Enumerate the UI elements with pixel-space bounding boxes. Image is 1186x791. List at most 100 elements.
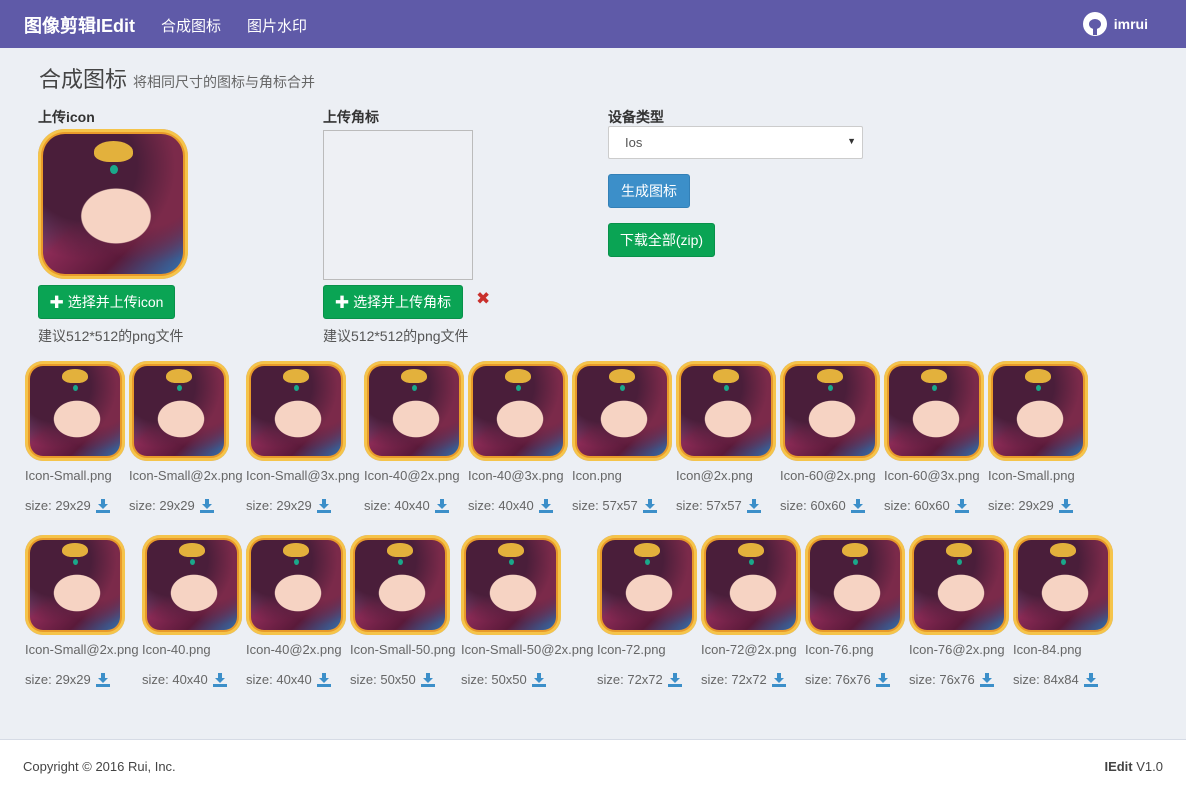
- download-icon-tray: [979, 683, 994, 687]
- upload-badge-label: 上传角标: [323, 109, 379, 125]
- download-icon-tray: [771, 683, 786, 687]
- generated-icon-size: size: 29x29: [129, 498, 214, 513]
- download-icon[interactable]: [771, 672, 786, 687]
- generated-icon-item: Icon-Small@2x.png size: 29x29: [25, 535, 139, 687]
- generated-icon-item: Icon-84.png size: 84x84: [1013, 535, 1113, 687]
- download-icon-tray: [434, 509, 449, 513]
- page-title-text: 合成图标: [39, 67, 128, 92]
- generated-icon-filename: Icon-Small.png: [25, 468, 112, 483]
- download-icon[interactable]: [746, 498, 761, 513]
- download-icon-tray: [538, 509, 553, 513]
- generated-icon-size: size: 76x76: [805, 672, 890, 687]
- generated-icon-image: [884, 361, 984, 461]
- generated-icon-item: Icon-76.png size: 76x76: [805, 535, 905, 687]
- remove-badge-icon[interactable]: ✖: [476, 289, 490, 309]
- generated-icon-size: size: 40x40: [246, 672, 331, 687]
- generated-icon-size-text: size: 84x84: [1013, 672, 1079, 687]
- download-icon-tray: [1058, 509, 1073, 513]
- generated-icon-size-text: size: 40x40: [364, 498, 430, 513]
- generated-icon-size-text: size: 29x29: [25, 672, 91, 687]
- dropdown-arrow-icon: ▼: [847, 136, 856, 146]
- generated-icon-filename: Icon-Small.png: [988, 468, 1075, 483]
- page-subtitle: 将相同尺寸的图标与角标合并: [133, 74, 316, 90]
- download-icon[interactable]: [667, 672, 682, 687]
- download-icon-tray: [316, 683, 331, 687]
- download-icon[interactable]: [642, 498, 657, 513]
- generated-icon-image: [1013, 535, 1113, 635]
- download-icon-tray: [642, 509, 657, 513]
- generated-icon-filename: Icon-Small@3x.png: [246, 468, 360, 483]
- generated-icon-size-text: size: 76x76: [805, 672, 871, 687]
- download-icon[interactable]: [316, 672, 331, 687]
- generated-icon-size: size: 60x60: [780, 498, 865, 513]
- nav-link-watermark[interactable]: 图片水印: [247, 15, 307, 36]
- generated-icon-image: [701, 535, 801, 635]
- generated-icon-image: [676, 361, 776, 461]
- generated-icon-size-text: size: 40x40: [468, 498, 534, 513]
- generated-icon-size: size: 40x40: [468, 498, 553, 513]
- generated-icon-item: Icon-40@2x.png size: 40x40: [364, 361, 464, 513]
- download-icon[interactable]: [979, 672, 994, 687]
- generated-icon-size: size: 50x50: [350, 672, 435, 687]
- generated-icon-size: size: 40x40: [364, 498, 449, 513]
- generated-icon-filename: Icon-76.png: [805, 642, 874, 657]
- footer-version-number: V1.0: [1136, 759, 1163, 774]
- generated-icon-size: size: 84x84: [1013, 672, 1098, 687]
- generated-icon-image: [142, 535, 242, 635]
- download-icon[interactable]: [199, 498, 214, 513]
- generated-icon-item: Icon-40@3x.png size: 40x40: [468, 361, 568, 513]
- download-icon[interactable]: [850, 498, 865, 513]
- download-icon[interactable]: [1058, 498, 1073, 513]
- download-icon[interactable]: [212, 672, 227, 687]
- generated-icon-size-text: size: 29x29: [25, 498, 91, 513]
- upload-badge-button[interactable]: ✚ 选择并上传角标: [323, 285, 463, 319]
- device-type-select[interactable]: Ios ▼: [608, 126, 863, 159]
- download-icon[interactable]: [954, 498, 969, 513]
- download-icon-tray: [746, 509, 761, 513]
- download-icon-tray: [420, 683, 435, 687]
- download-icon[interactable]: [1083, 672, 1098, 687]
- generated-icon-size-text: size: 60x60: [884, 498, 950, 513]
- download-icon-tray: [667, 683, 682, 687]
- generated-icon-size-text: size: 60x60: [780, 498, 846, 513]
- generated-icon-item: Icon@2x.png size: 57x57: [676, 361, 776, 513]
- download-icon-tray: [316, 509, 331, 513]
- generated-icon-filename: Icon-40@2x.png: [246, 642, 342, 657]
- download-icon[interactable]: [95, 672, 110, 687]
- download-icon-tray: [531, 683, 546, 687]
- footer-product: IEdit: [1104, 759, 1133, 774]
- upload-icon-button[interactable]: ✚ 选择并上传icon: [38, 285, 175, 319]
- generate-icons-button[interactable]: 生成图标: [608, 174, 690, 208]
- generated-icon-filename: Icon.png: [572, 468, 622, 483]
- download-icon[interactable]: [531, 672, 546, 687]
- generated-icon-filename: Icon-40@2x.png: [364, 468, 460, 483]
- github-user-link[interactable]: imrui: [1082, 12, 1148, 36]
- generated-icon-filename: Icon-40.png: [142, 642, 211, 657]
- generated-icon-size-text: size: 72x72: [701, 672, 767, 687]
- generated-icon-image: [246, 361, 346, 461]
- download-icon[interactable]: [420, 672, 435, 687]
- uploaded-icon-preview: [38, 129, 188, 279]
- generated-icon-item: Icon-40.png size: 40x40: [142, 535, 242, 687]
- brand-title[interactable]: 图像剪辑IEdit: [24, 12, 135, 38]
- generated-icon-size-text: size: 29x29: [988, 498, 1054, 513]
- generated-icon-image: [25, 535, 125, 635]
- download-icon[interactable]: [316, 498, 331, 513]
- download-icon[interactable]: [95, 498, 110, 513]
- upload-icon-hint: 建议512*512的png文件: [38, 328, 184, 344]
- generated-icon-size: size: 72x72: [597, 672, 682, 687]
- generated-icon-size-text: size: 76x76: [909, 672, 975, 687]
- generated-icon-image: [350, 535, 450, 635]
- download-all-zip-button[interactable]: 下载全部(zip): [608, 223, 715, 257]
- nav-link-compose-icon[interactable]: 合成图标: [161, 15, 221, 36]
- generated-icon-item: Icon.png size: 57x57: [572, 361, 672, 513]
- badge-preview-box: [323, 130, 473, 280]
- footer: Copyright © 2016 Rui, Inc. IEdit V1.0: [0, 739, 1186, 791]
- generated-icon-size: size: 60x60: [884, 498, 969, 513]
- download-icon[interactable]: [875, 672, 890, 687]
- generated-icon-size: size: 57x57: [676, 498, 761, 513]
- generated-icon-filename: Icon-76@2x.png: [909, 642, 1005, 657]
- generated-icon-size: size: 29x29: [25, 672, 110, 687]
- download-icon[interactable]: [434, 498, 449, 513]
- download-icon[interactable]: [538, 498, 553, 513]
